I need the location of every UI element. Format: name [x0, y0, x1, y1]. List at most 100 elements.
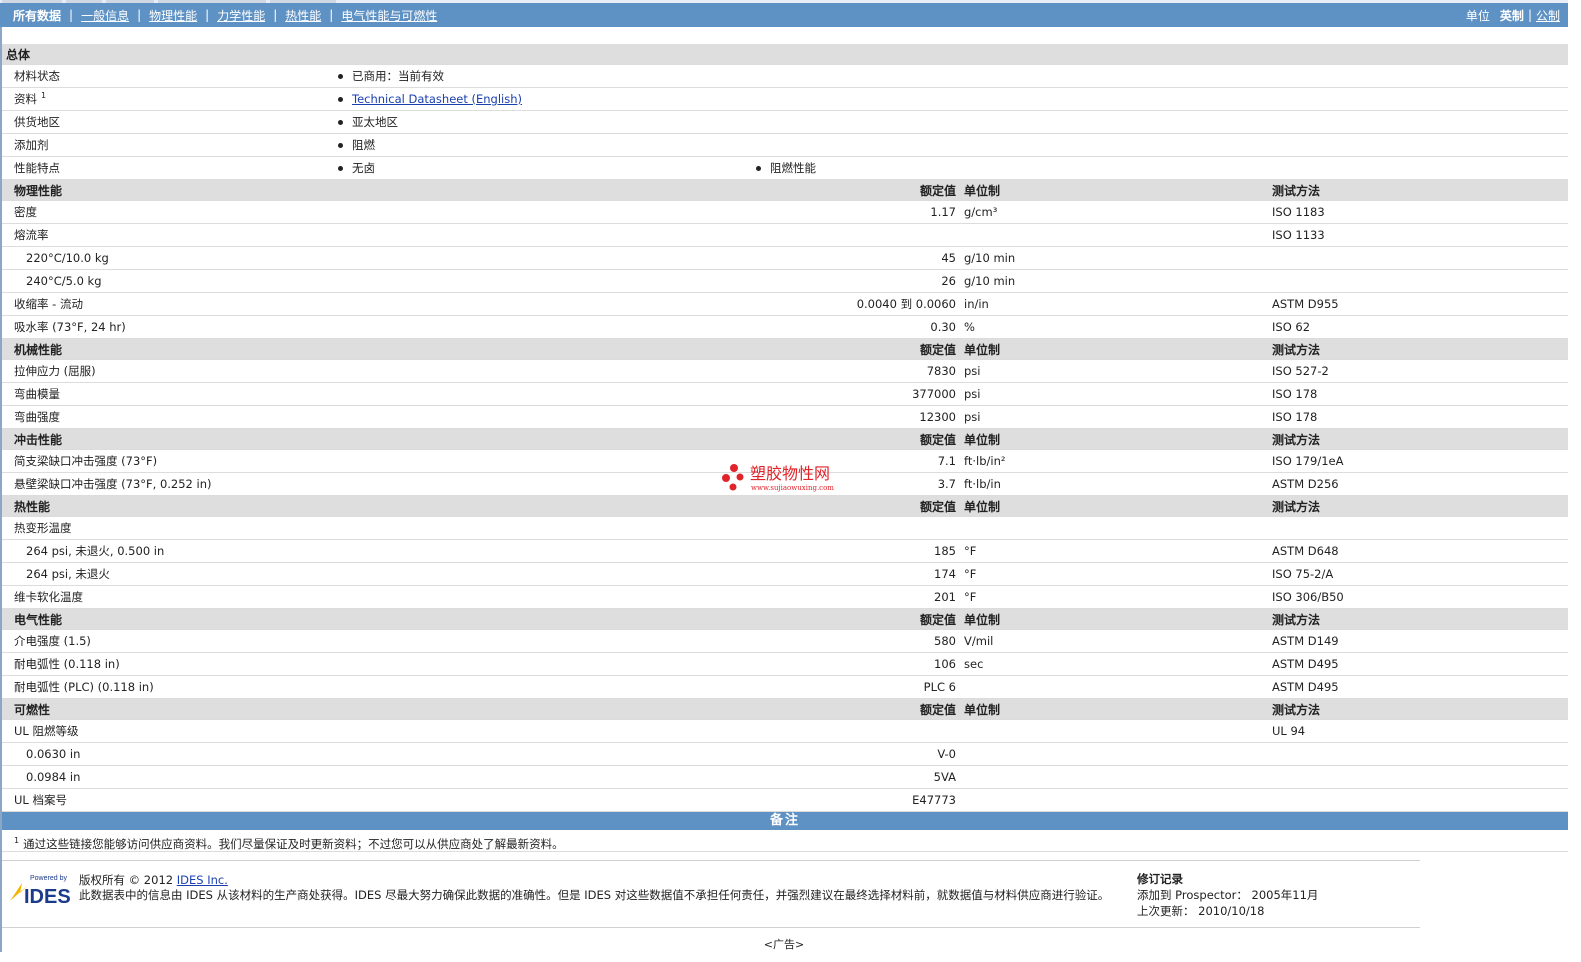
property-label: 弯曲强度 [2, 405, 334, 429]
value-header: 额定值 [752, 179, 960, 201]
spacer-cell [334, 675, 752, 699]
table-row: 材料状态 已商用：当前有效 [2, 64, 1568, 88]
property-value [752, 223, 960, 247]
spacer-cell [334, 742, 752, 766]
value-header: 额定值 [752, 698, 960, 720]
table-row: 拉伸应力 (屈服) 7830 psi ISO 527-2 [2, 359, 1568, 383]
value-header: 额定值 [752, 608, 960, 630]
ides-logo[interactable]: Powered by IDES [8, 873, 72, 909]
units-english[interactable]: 英制 [1500, 7, 1524, 24]
section-title: 总体 [2, 44, 334, 65]
property-unit [960, 675, 1268, 699]
property-value: V-0 [752, 742, 960, 766]
method-header: 测试方法 [1268, 428, 1568, 450]
property-label: 264 psi, 未退火 [2, 562, 334, 586]
tab-thermal[interactable]: 热性能 [285, 7, 321, 24]
row-label: 资料 1 [2, 87, 334, 111]
section-header: 物理性能 额定值 单位制 测试方法 [2, 179, 1568, 201]
value-text: 阻燃 [352, 138, 375, 152]
notes-row: 1 通过这些链接您能够访问供应商资料。我们尽量保证及时更新资料；不过您可以从供应商… [2, 830, 1568, 852]
note-text: 通过这些链接您能够访问供应商资料。我们尽量保证及时更新资料；不过您可以从供应商处… [23, 836, 564, 851]
properties-table: 总体材料状态 已商用：当前有效资料 1 Technical Datasheet (En… [2, 44, 1568, 812]
general-value: 阻燃 [334, 133, 752, 157]
general-value: 亚太地区 [334, 110, 752, 134]
section-header: 电气性能 额定值 单位制 测试方法 [2, 608, 1568, 630]
section-title: 可燃性 [2, 698, 334, 720]
unit-header: 单位制 [960, 608, 1268, 630]
test-method: ASTM D955 [1268, 292, 1568, 316]
method-header: 测试方法 [1268, 179, 1568, 201]
units-label: 单位 [1465, 8, 1490, 23]
spacer-cell [334, 788, 752, 812]
spacer-cell [334, 315, 752, 339]
test-method [1268, 516, 1568, 540]
added-value: 2005年11月 [1251, 888, 1319, 902]
method-header: 测试方法 [1268, 608, 1568, 630]
test-method: ASTM D648 [1268, 539, 1568, 563]
tab-electrical-flammability[interactable]: 电气性能与可燃性 [341, 7, 437, 24]
label-text: 供货地区 [14, 115, 60, 129]
watermark-logo: 塑胶物性网 www.sujiaowuxing.com [720, 460, 860, 494]
property-label: 悬壁梁缺口冲击强度 (73°F, 0.252 in) [2, 472, 334, 496]
ides-link[interactable]: IDES Inc. [177, 873, 228, 887]
section-fill [334, 44, 1568, 65]
table-row: 0.0630 in V-0 [2, 742, 1568, 766]
section-title: 物理性能 [2, 179, 334, 201]
label-text: 材料状态 [14, 69, 60, 83]
row-label: 性能特点 [2, 156, 334, 180]
section-spacer [334, 698, 752, 720]
table-row: 密度 1.17 g/cm³ ISO 1183 [2, 200, 1568, 224]
bullet-icon [756, 166, 761, 171]
section-header: 可燃性 额定值 单位制 测试方法 [2, 698, 1568, 720]
table-row: 收缩率 - 流动 0.0040 到 0.0060 in/in ASTM D955 [2, 292, 1568, 316]
section-header: 冲击性能 额定值 单位制 测试方法 [2, 428, 1568, 450]
revision-history: 修订记录 添加到 Prospector： 2005年11月 上次更新： 2010… [1137, 871, 1318, 919]
property-unit [960, 788, 1268, 812]
property-label: 简支梁缺口冲击强度 (73°F) [2, 449, 334, 473]
property-value: 1.17 [752, 200, 960, 224]
spacer-cell [334, 585, 752, 609]
spacer-cell [334, 292, 752, 316]
method-header: 测试方法 [1268, 495, 1568, 517]
value-text: 已商用：当前有效 [352, 69, 444, 83]
property-label: UL 阻燃等级 [2, 719, 334, 743]
property-unit: °F [960, 585, 1268, 609]
test-method [1268, 269, 1568, 293]
tab-physical[interactable]: 物理性能 [149, 7, 197, 24]
property-label: UL 档案号 [2, 788, 334, 812]
left-border [0, 27, 2, 952]
test-method: ISO 1183 [1268, 200, 1568, 224]
property-unit: °F [960, 562, 1268, 586]
test-method: ASTM D495 [1268, 675, 1568, 699]
value-header: 额定值 [752, 428, 960, 450]
property-value [752, 516, 960, 540]
property-value: 201 [752, 585, 960, 609]
test-method [1268, 788, 1568, 812]
tab-all-data[interactable]: 所有数据 [13, 7, 61, 24]
spacer-cell [334, 405, 752, 429]
general-value: 已商用：当前有效 [334, 64, 752, 88]
tab-general-info[interactable]: 一般信息 [81, 7, 129, 24]
property-label: 维卡软化温度 [2, 585, 334, 609]
units-metric-link[interactable]: 公制 [1536, 7, 1560, 24]
spacer-cell [334, 382, 752, 406]
table-row: 熔流率 ISO 1133 [2, 223, 1568, 247]
rev-title: 修订记录 [1137, 872, 1183, 886]
tab-mechanical[interactable]: 力学性能 [217, 7, 265, 24]
general-value: 阻燃性能 [752, 156, 960, 180]
row-label: 材料状态 [2, 64, 334, 88]
spacer-cell [334, 246, 752, 270]
method-header: 测试方法 [1268, 698, 1568, 720]
spacer-cell [334, 359, 752, 383]
watermark-text: 塑胶物性网 [750, 464, 830, 483]
table-row: 弯曲模量 377000 psi ISO 178 [2, 382, 1568, 406]
general-value: 无卤 [334, 156, 752, 180]
datasheet-link[interactable]: Technical Datasheet (English) [352, 92, 522, 106]
value-header: 额定值 [752, 338, 960, 360]
empty-cell [960, 156, 1568, 180]
test-method [1268, 742, 1568, 766]
property-unit [960, 719, 1268, 743]
section-spacer [334, 428, 752, 450]
table-row: 热变形温度 [2, 516, 1568, 540]
table-row: 维卡软化温度 201 °F ISO 306/B50 [2, 585, 1568, 609]
